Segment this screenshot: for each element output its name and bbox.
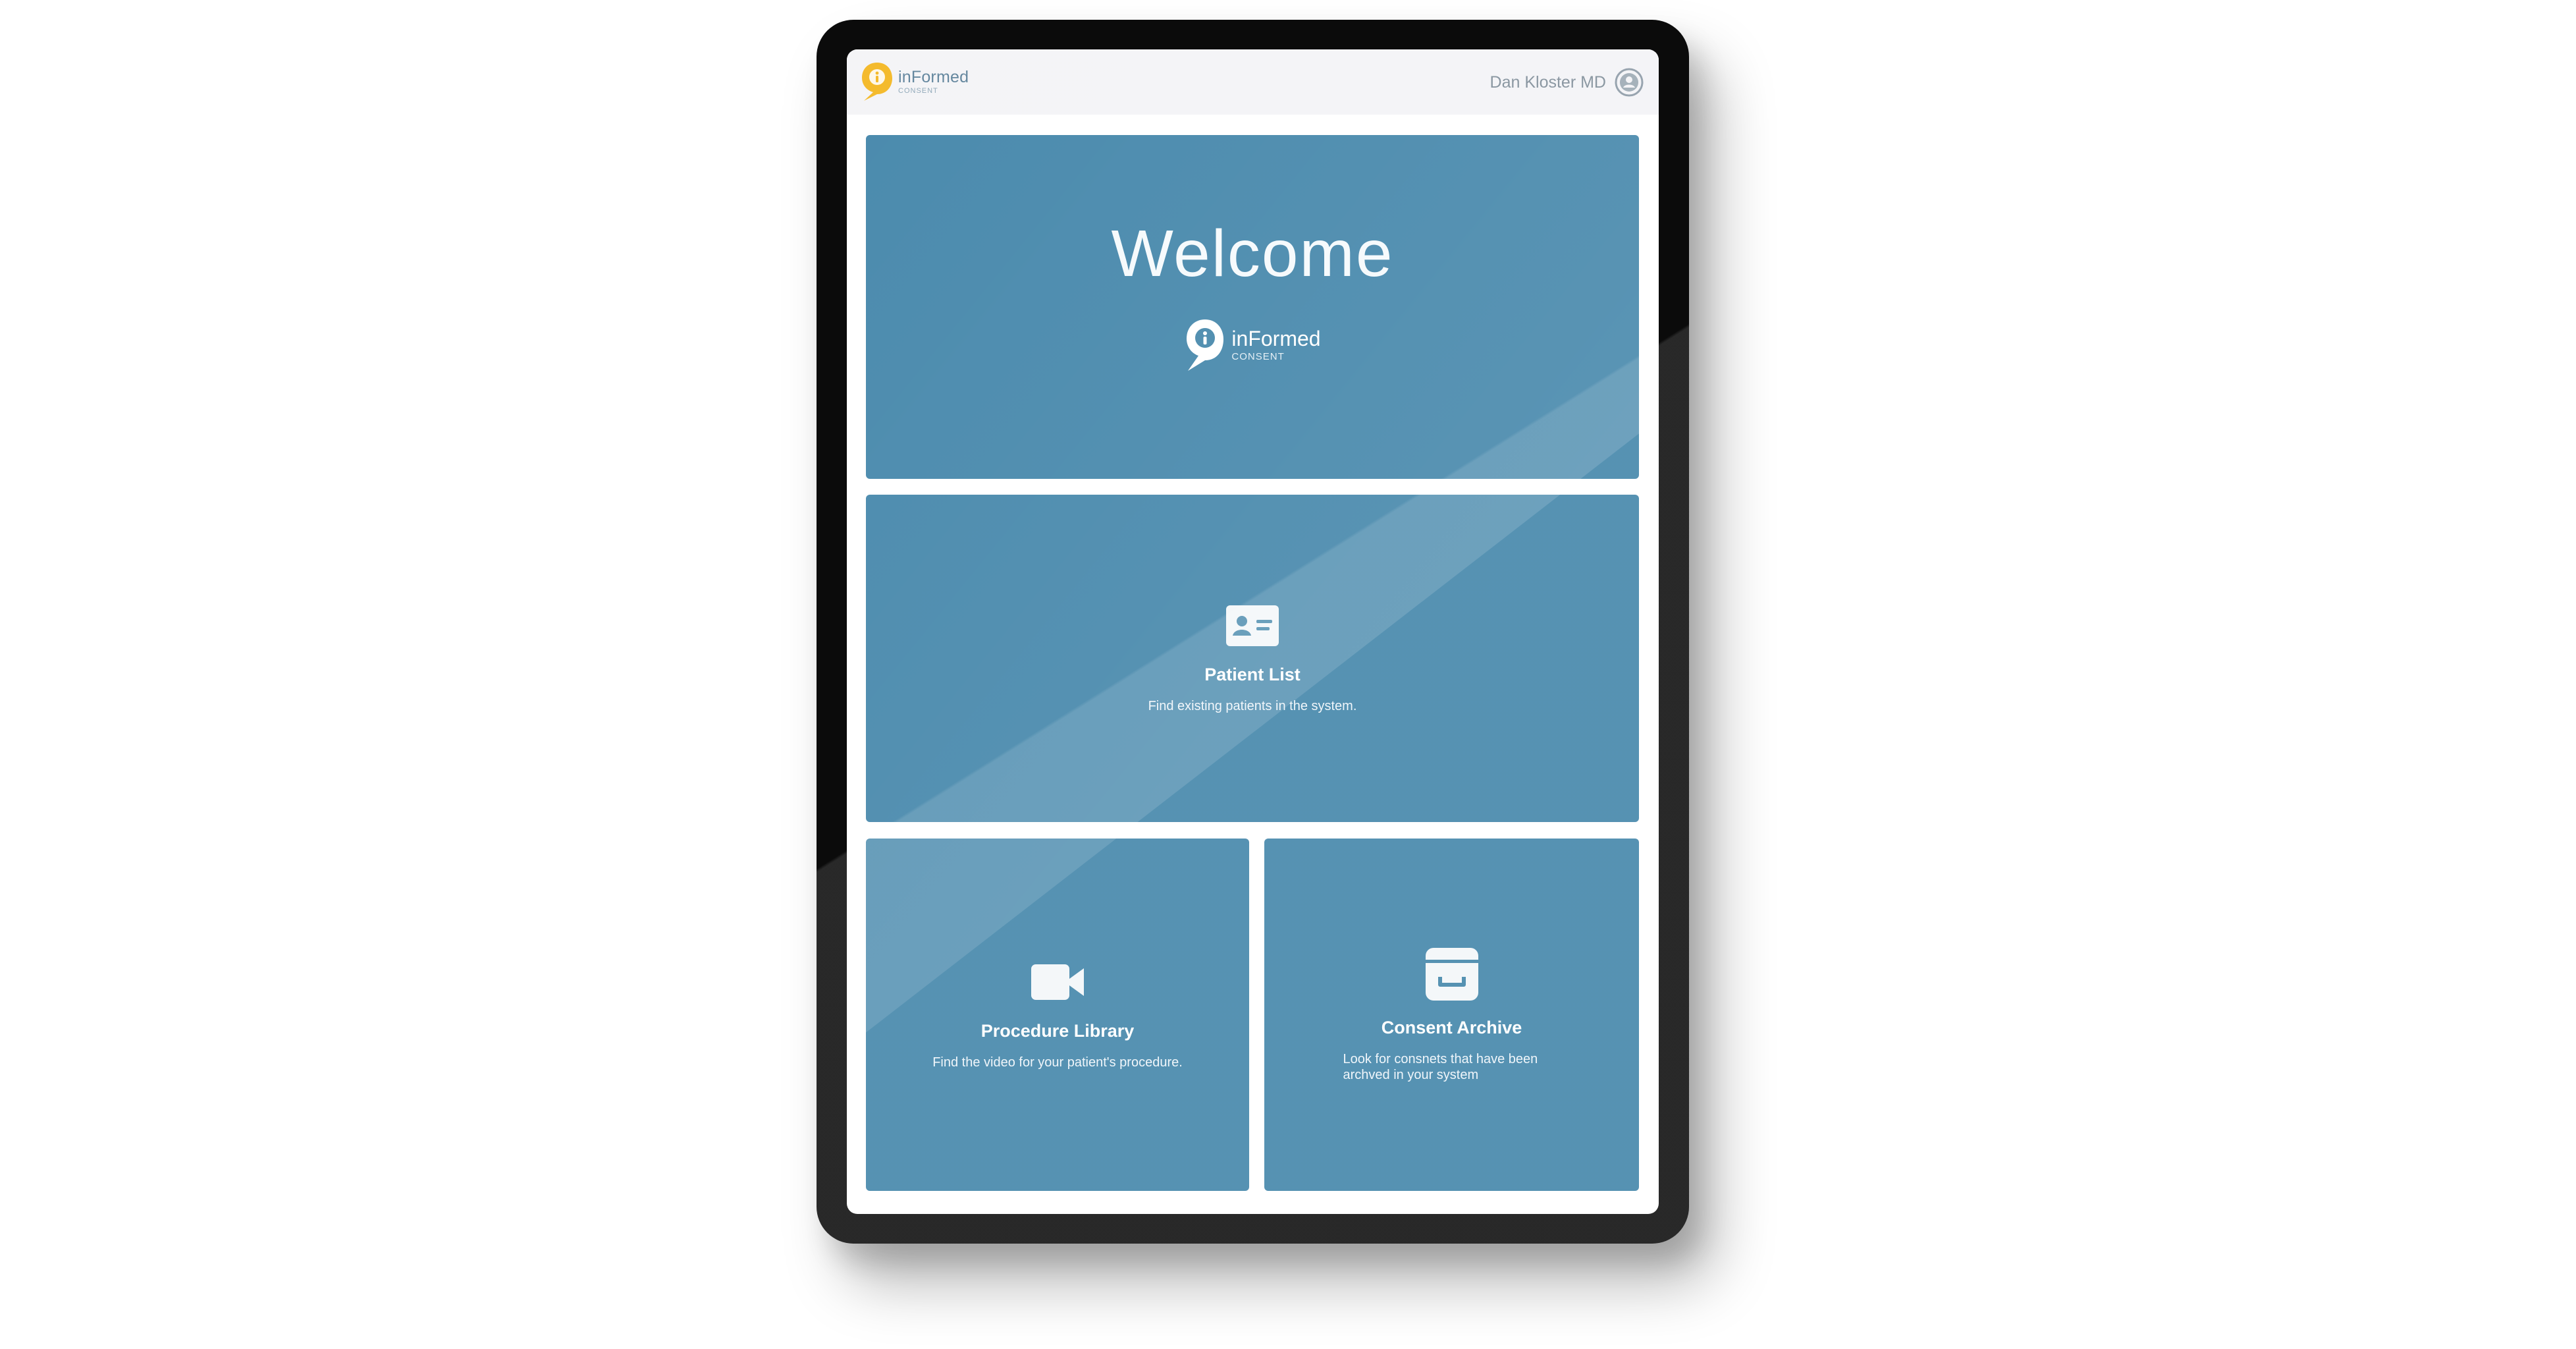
patient-list-tile[interactable]: Patient List Find existing patients in t… xyxy=(866,495,1639,822)
brand-subtitle: CONSENT xyxy=(898,86,938,95)
brand-name: inFormed xyxy=(898,67,969,86)
video-camera-icon xyxy=(1031,964,1084,1000)
welcome-logo: inFormed CONSENT xyxy=(1184,318,1321,372)
app-screen: inFormed CONSENT Dan Kloster MD Welcome xyxy=(847,49,1659,1214)
welcome-logo-name: inFormed xyxy=(1231,327,1321,350)
patient-list-title: Patient List xyxy=(1204,665,1301,684)
procedure-library-description: Find the video for your patient's proced… xyxy=(932,1055,1183,1070)
consent-archive-title: Consent Archive xyxy=(1381,1018,1522,1037)
id-card-icon xyxy=(1226,605,1279,646)
user-name: Dan Kloster MD xyxy=(1489,72,1606,92)
top-bar: inFormed CONSENT Dan Kloster MD xyxy=(847,49,1659,115)
user-avatar-icon[interactable] xyxy=(1614,67,1644,97)
patient-list-description: Find existing patients in the system. xyxy=(1148,699,1357,713)
welcome-logo-subtitle: CONSENT xyxy=(1231,351,1285,362)
consent-archive-description: Look for consnets that have been archved… xyxy=(1343,1052,1538,1082)
brand-logo[interactable]: inFormed CONSENT xyxy=(860,61,969,102)
tablet-device: inFormed CONSENT Dan Kloster MD Welcome xyxy=(817,20,1689,1244)
welcome-pin-icon xyxy=(1187,319,1224,371)
procedure-library-tile[interactable]: Procedure Library Find the video for you… xyxy=(866,839,1249,1191)
welcome-banner: Welcome inFormed CONSENT xyxy=(866,135,1639,479)
procedure-library-title: Procedure Library xyxy=(980,1021,1135,1041)
user-menu[interactable]: Dan Kloster MD xyxy=(1490,66,1644,99)
brand-pin-icon xyxy=(862,63,892,101)
archive-box-icon xyxy=(1425,948,1478,1001)
consent-archive-tile[interactable]: Consent Archive Look for consnets that h… xyxy=(1264,839,1639,1191)
welcome-title: Welcome xyxy=(1111,216,1394,290)
